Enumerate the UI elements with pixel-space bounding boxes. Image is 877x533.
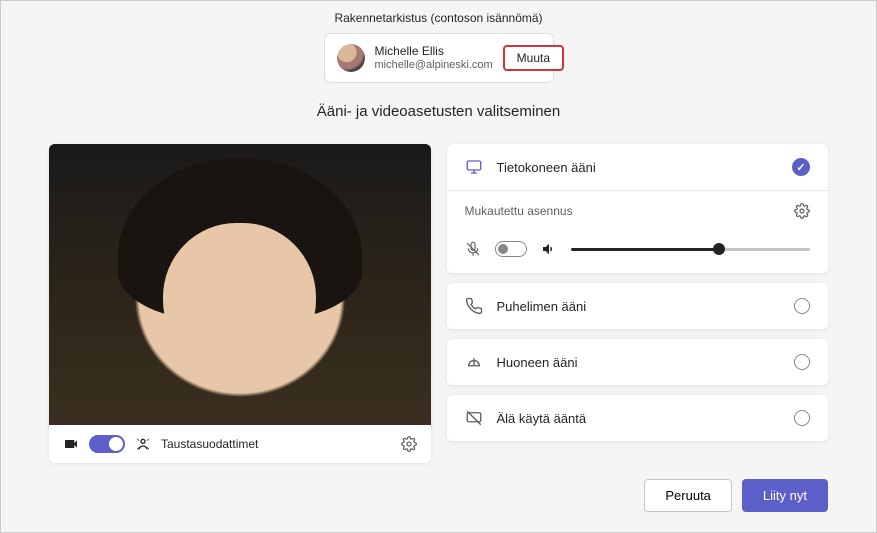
room-icon [465, 353, 483, 371]
camera-toggle[interactable] [89, 435, 125, 453]
custom-setup-row: Mukautettu asennus [447, 190, 829, 231]
audio-option-phone[interactable]: Puhelimen ääni [447, 283, 829, 329]
audio-panel: Tietokoneen ääni Mukautettu asennus [447, 144, 829, 463]
audio-option-computer-radio[interactable] [792, 158, 810, 176]
audio-room-card: Huoneen ääni [447, 339, 829, 385]
identity-name: Michelle Ellis [375, 44, 493, 58]
camera-icon [63, 436, 79, 452]
mic-off-icon [465, 241, 481, 257]
identity-text: Michelle Ellis michelle@alpineski.com [375, 44, 493, 72]
audio-option-computer[interactable]: Tietokoneen ääni [447, 144, 829, 190]
video-controls: Taustasuodattimet [49, 425, 431, 463]
background-effects-icon[interactable] [135, 436, 151, 452]
background-filters-label[interactable]: Taustasuodattimet [161, 437, 258, 451]
audio-option-phone-label: Puhelimen ääni [497, 299, 587, 314]
avatar [337, 44, 365, 72]
computer-audio-icon [465, 158, 483, 176]
identity-card: Michelle Ellis michelle@alpineski.com Mu… [324, 33, 554, 83]
audio-option-none[interactable]: Älä käytä ääntä [447, 395, 829, 441]
phone-icon [465, 297, 483, 315]
change-account-button[interactable]: Muuta [503, 45, 564, 71]
video-preview [49, 144, 431, 425]
custom-setup-label: Mukautettu asennus [465, 204, 573, 218]
identity-email: michelle@alpineski.com [375, 59, 493, 72]
mic-volume-controls [447, 231, 829, 273]
audio-option-room-radio[interactable] [794, 354, 810, 370]
audio-none-card: Älä käytä ääntä [447, 395, 829, 441]
join-now-button[interactable]: Liity nyt [742, 479, 828, 512]
audio-option-room[interactable]: Huoneen ääni [447, 339, 829, 385]
audio-option-none-radio[interactable] [794, 410, 810, 426]
footer: Peruuta Liity nyt [1, 463, 876, 532]
window-title: Rakennetarkistus (contoson isännömä) [1, 1, 876, 33]
audio-option-phone-radio[interactable] [794, 298, 810, 314]
audio-option-room-label: Huoneen ääni [497, 355, 578, 370]
no-audio-icon [465, 409, 483, 427]
audio-computer-card: Tietokoneen ääni Mukautettu asennus [447, 144, 829, 273]
page-subtitle: Ääni- ja videoasetusten valitseminen [1, 103, 876, 120]
cancel-button[interactable]: Peruuta [644, 479, 732, 512]
audio-option-computer-label: Tietokoneen ääni [497, 160, 596, 175]
mic-toggle[interactable] [495, 241, 527, 257]
video-panel: Taustasuodattimet [49, 144, 431, 463]
audio-settings-gear-icon[interactable] [794, 203, 810, 219]
audio-phone-card: Puhelimen ääni [447, 283, 829, 329]
video-settings-gear-icon[interactable] [401, 436, 417, 452]
audio-option-none-label: Älä käytä ääntä [497, 411, 587, 426]
volume-slider[interactable] [571, 248, 811, 251]
speaker-icon [541, 241, 557, 257]
